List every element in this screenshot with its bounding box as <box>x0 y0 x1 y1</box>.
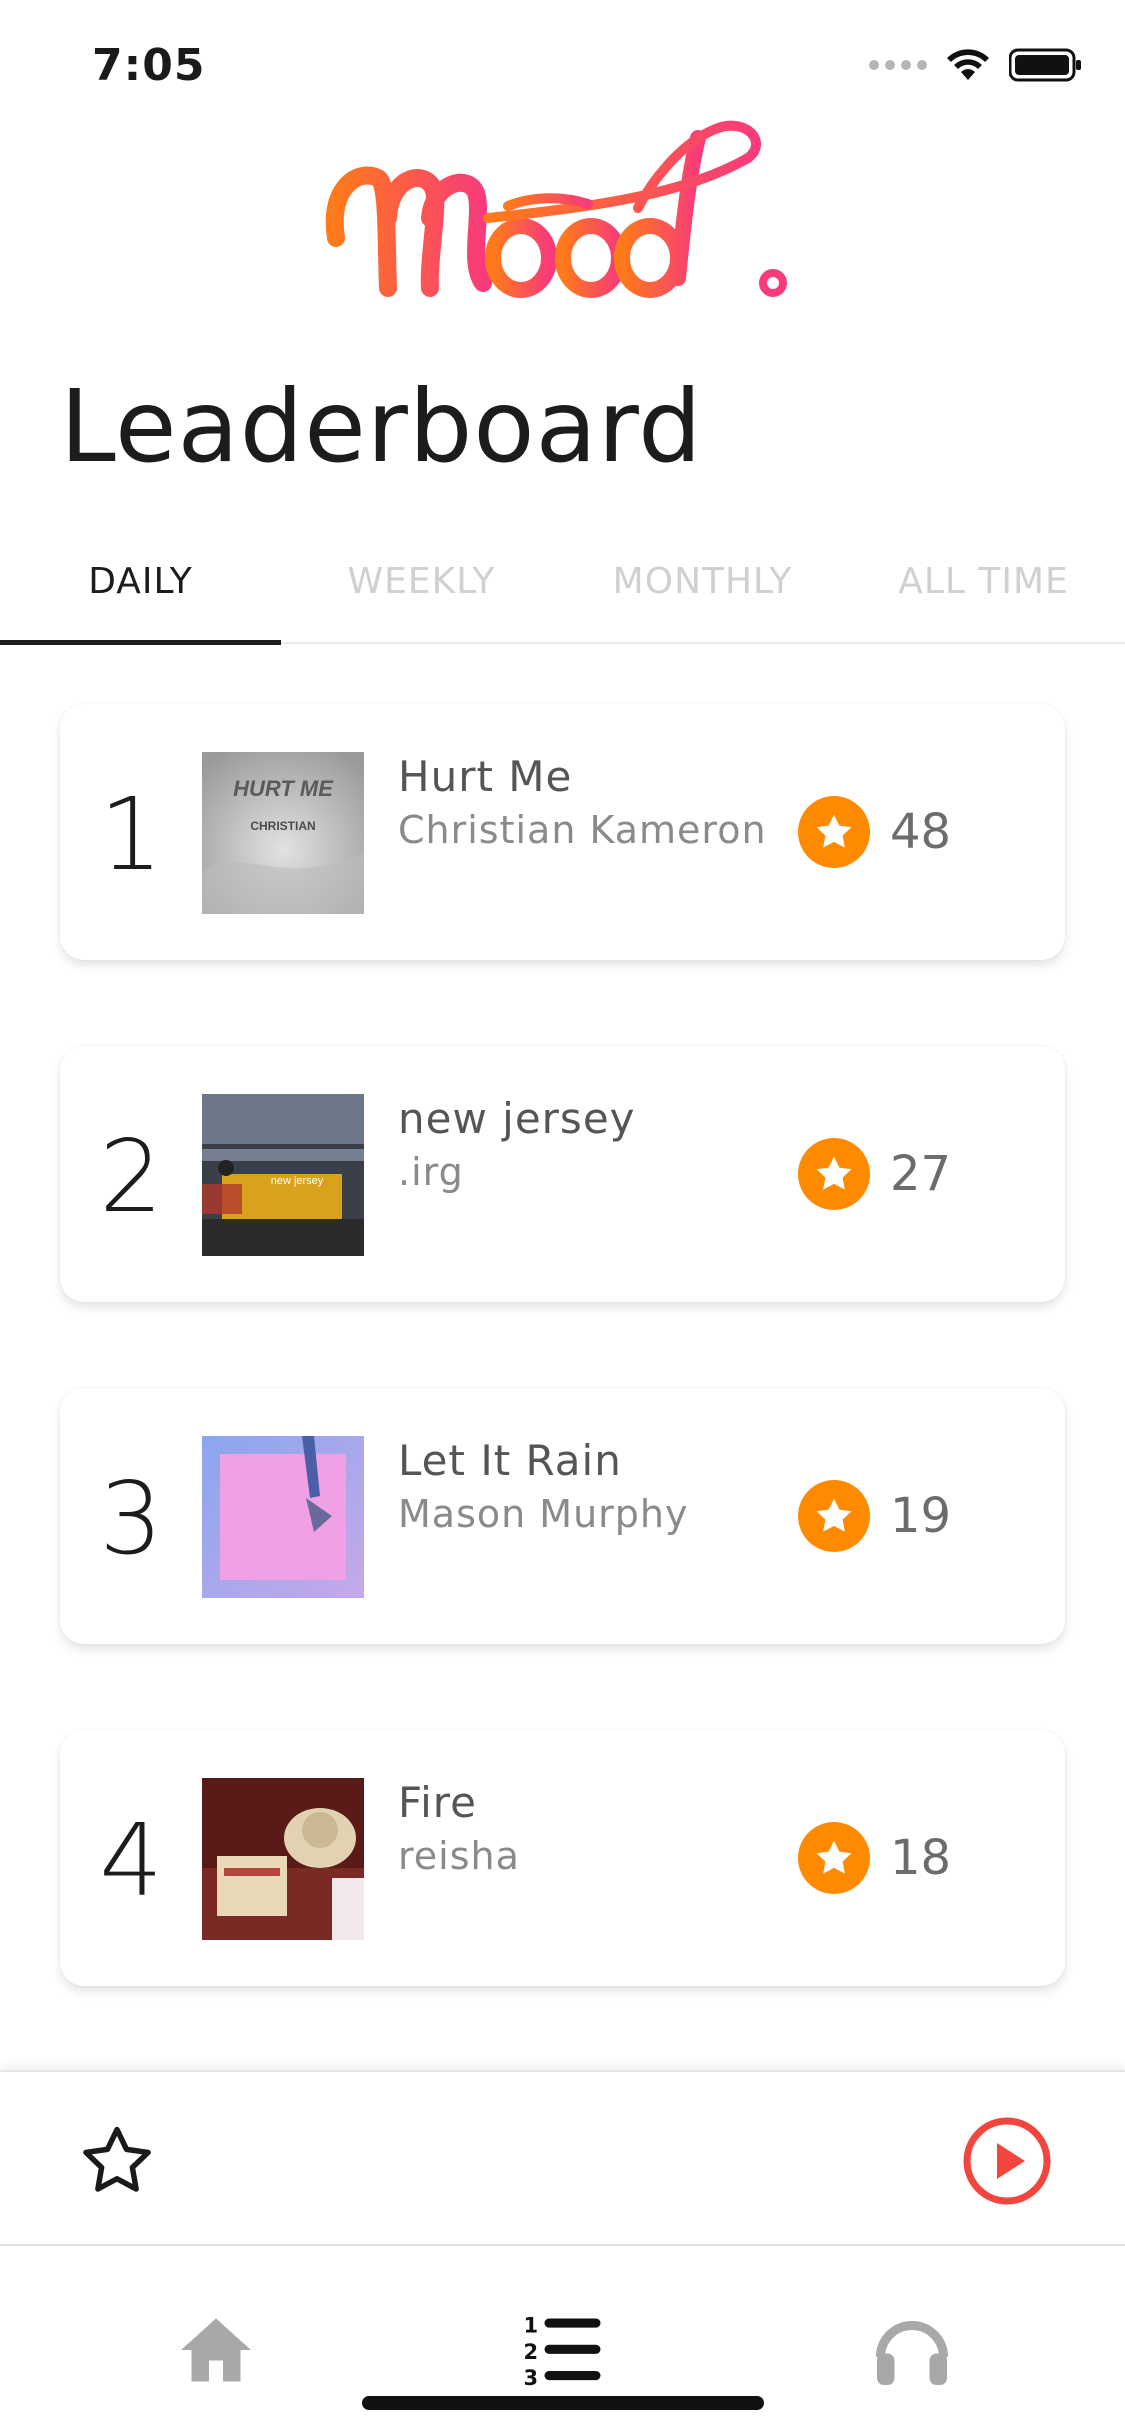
vote-count-group[interactable]: 48 <box>798 796 951 868</box>
status-indicators <box>869 48 1083 82</box>
rank-number: 3 <box>99 1460 163 1577</box>
album-cover <box>202 1436 364 1598</box>
play-circle-icon[interactable] <box>962 2116 1052 2206</box>
song-title: Let It Rain <box>398 1436 622 1485</box>
song-artist: reisha <box>398 1834 520 1878</box>
vote-count-group[interactable]: 27 <box>798 1138 951 1210</box>
leaderboard-entry[interactable]: 1 HURT ME CHRISTIAN Hurt Me Christian Ka… <box>60 704 1065 960</box>
star-icon[interactable] <box>798 1138 870 1210</box>
mood-logo <box>325 120 787 298</box>
headphones-icon[interactable] <box>870 2308 954 2392</box>
cover-title: HURT ME <box>233 776 334 801</box>
album-cover <box>202 1778 364 1940</box>
tab-all-time[interactable]: ALL TIME <box>843 520 1124 642</box>
tab-daily[interactable]: DAILY <box>0 520 281 645</box>
period-tabs: DAILY WEEKLY MONTHLY ALL TIME <box>0 520 1125 645</box>
rank-number: 2 <box>99 1118 163 1235</box>
svg-text:3: 3 <box>524 2366 539 2390</box>
vote-count: 27 <box>890 1146 952 1202</box>
vote-count: 19 <box>890 1488 952 1544</box>
vote-count: 48 <box>890 804 952 860</box>
album-cover: HURT ME CHRISTIAN <box>202 752 364 914</box>
star-icon[interactable] <box>798 1480 870 1552</box>
rank-number: 1 <box>99 776 163 893</box>
star-outline-icon[interactable] <box>76 2120 158 2202</box>
wifi-icon <box>947 49 989 80</box>
leaderboard-entry[interactable]: 3 Let It Rain Mason Murphy 19 <box>60 1388 1065 1644</box>
rank-number: 4 <box>99 1802 163 1919</box>
home-icon[interactable] <box>174 2308 258 2392</box>
vote-count-group[interactable]: 19 <box>798 1480 951 1552</box>
song-artist: Christian Kameron <box>398 808 767 852</box>
song-title: new jersey <box>398 1094 636 1143</box>
song-title: Hurt Me <box>398 752 573 801</box>
cover-title: new jersey <box>271 1175 324 1187</box>
status-time: 7:05 <box>92 40 206 91</box>
cover-subtitle: CHRISTIAN <box>250 819 315 833</box>
svg-text:1: 1 <box>524 2314 539 2338</box>
tab-monthly[interactable]: MONTHLY <box>562 520 843 642</box>
vote-count-group[interactable]: 18 <box>798 1822 951 1894</box>
song-artist: Mason Murphy <box>398 1492 689 1536</box>
tab-weekly[interactable]: WEEKLY <box>281 520 562 642</box>
leaderboard-entry[interactable]: 2 new jersey new jersey .irg 27 <box>60 1046 1065 1302</box>
star-icon[interactable] <box>798 796 870 868</box>
page-title: Leaderboard <box>60 368 703 485</box>
home-indicator <box>362 2396 764 2410</box>
vote-count: 18 <box>890 1830 952 1886</box>
signal-icon <box>869 60 927 70</box>
song-artist: .irg <box>398 1150 464 1194</box>
album-cover: new jersey <box>202 1094 364 1256</box>
song-title: Fire <box>398 1778 477 1827</box>
svg-text:2: 2 <box>524 2340 539 2364</box>
mini-player-bar <box>0 2070 1125 2246</box>
battery-icon <box>1009 48 1081 82</box>
ranked-list-icon[interactable]: 1 2 3 <box>520 2308 604 2392</box>
star-icon[interactable] <box>798 1822 870 1894</box>
leaderboard-entry[interactable]: 4 Fire reisha 18 <box>60 1730 1065 1986</box>
